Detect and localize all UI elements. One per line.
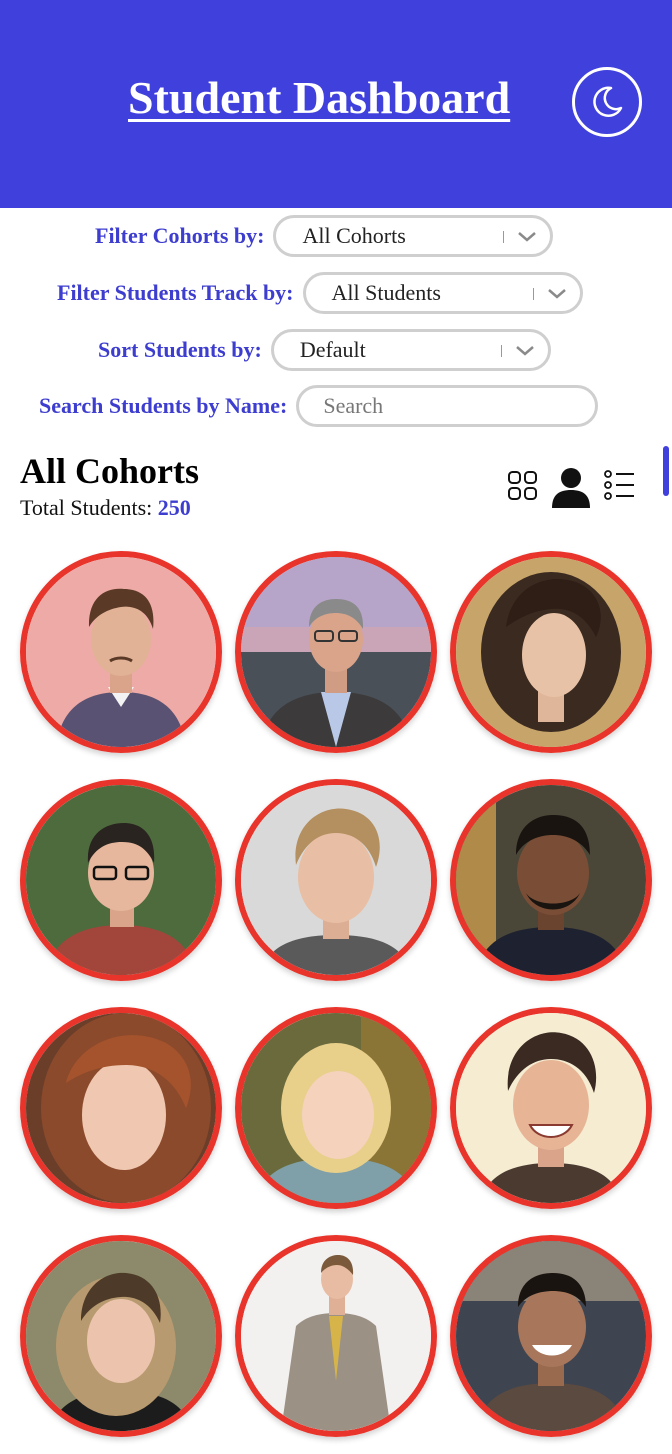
sort-label: Sort Students by: bbox=[98, 337, 262, 362]
student-photo bbox=[241, 557, 431, 747]
student-avatar[interactable] bbox=[235, 1007, 437, 1209]
track-select[interactable]: All Students bbox=[302, 272, 583, 314]
sort-select[interactable]: Default bbox=[270, 329, 551, 371]
student-photo bbox=[456, 785, 646, 975]
student-avatar[interactable] bbox=[450, 551, 652, 753]
student-photo bbox=[241, 1013, 431, 1203]
person-icon[interactable] bbox=[550, 466, 592, 510]
student-photo bbox=[241, 1241, 431, 1431]
theme-toggle-button[interactable] bbox=[572, 67, 642, 137]
track-filter-label: Filter Students Track by: bbox=[57, 280, 294, 305]
student-avatar[interactable] bbox=[20, 1007, 222, 1209]
student-avatar[interactable] bbox=[235, 1235, 437, 1437]
select-separator bbox=[500, 345, 502, 357]
page-title: Student Dashboard bbox=[128, 72, 511, 123]
header: Student Dashboard bbox=[0, 0, 672, 208]
student-photo bbox=[26, 557, 216, 747]
student-photo bbox=[456, 1013, 646, 1203]
student-avatar[interactable] bbox=[235, 779, 437, 981]
total-students: Total Students: 250 bbox=[20, 495, 191, 521]
select-separator bbox=[503, 231, 505, 243]
select-separator bbox=[532, 288, 534, 300]
student-avatar[interactable] bbox=[20, 551, 222, 753]
chevron-down-icon bbox=[547, 289, 566, 299]
cohort-select-value: All Cohorts bbox=[302, 223, 406, 248]
total-students-count: 250 bbox=[157, 495, 191, 520]
student-photo bbox=[26, 1241, 216, 1431]
search-input[interactable] bbox=[296, 385, 599, 427]
track-filter-row: Filter Students Track by: All Students bbox=[57, 272, 583, 314]
student-avatar[interactable] bbox=[20, 779, 222, 981]
total-students-label: Total Students: bbox=[20, 495, 153, 520]
student-avatar[interactable] bbox=[450, 1007, 652, 1209]
grid-icon[interactable] bbox=[506, 466, 540, 502]
scrollbar-thumb[interactable] bbox=[663, 446, 669, 496]
search-row: Search Students by Name: bbox=[39, 385, 599, 427]
student-photo bbox=[26, 785, 216, 975]
section-title: All Cohorts bbox=[20, 451, 199, 491]
student-photo bbox=[456, 1241, 646, 1431]
sort-row: Sort Students by: Default bbox=[98, 329, 551, 371]
student-photo bbox=[26, 1013, 216, 1203]
student-avatar[interactable] bbox=[20, 1235, 222, 1437]
chevron-down-icon bbox=[518, 232, 537, 242]
cohort-filter-label: Filter Cohorts by: bbox=[95, 223, 265, 248]
student-avatar[interactable] bbox=[450, 1235, 652, 1437]
chevron-down-icon bbox=[515, 346, 534, 356]
sort-select-value: Default bbox=[299, 337, 366, 362]
search-label: Search Students by Name: bbox=[39, 393, 288, 418]
track-select-value: All Students bbox=[331, 280, 441, 305]
list-icon[interactable] bbox=[602, 466, 636, 502]
moon-icon bbox=[593, 86, 623, 118]
student-photo bbox=[456, 557, 646, 747]
cohort-filter-row: Filter Cohorts by: All Cohorts bbox=[95, 215, 554, 257]
student-photo bbox=[241, 785, 431, 975]
student-avatar[interactable] bbox=[235, 551, 437, 753]
student-avatar[interactable] bbox=[450, 779, 652, 981]
cohort-select[interactable]: All Cohorts bbox=[273, 215, 554, 257]
